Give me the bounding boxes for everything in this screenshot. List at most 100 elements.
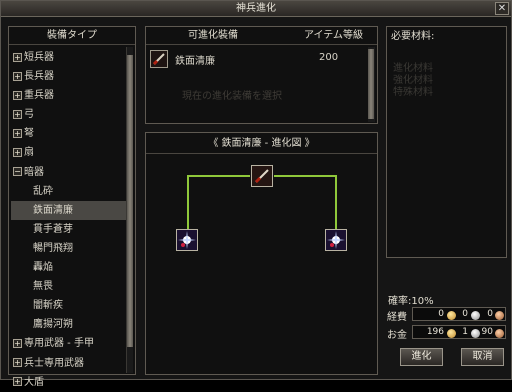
category-label: 鷹揚河朔 [33,319,73,331]
expand-icon[interactable]: + [13,338,22,348]
category-label: 鉄面清廉 [33,204,73,216]
category-label: 闇斬疾 [33,300,63,312]
gold-coin-icon [447,311,456,320]
fee-row: 経費 0 0 0 [387,307,511,323]
category-item[interactable]: − 暗器 [11,163,127,182]
category-label: 専用武器 - 手甲 [24,338,94,350]
category-label: 貫手蒼芽 [33,223,73,235]
evolvable-row[interactable]: 鉄面清廉 200 [149,49,364,71]
expand-icon[interactable]: + [13,109,22,119]
evolvable-scroll-thumb[interactable] [368,49,374,119]
category-label: 短兵器 [24,52,54,63]
evolution-tree-panel: 《 鉄面清廉 - 進化図 》 [145,132,378,375]
fee-silver: 0 [462,309,468,319]
money-box: 196 1 90 [412,325,506,339]
fee-copper: 0 [487,309,493,319]
materials-list: 進化材料 強化材料 特殊材料 [393,63,433,99]
evolve-button[interactable]: 進化 [400,348,443,366]
category-item[interactable]: + 扇 [11,143,127,162]
evolvable-scrollbar[interactable] [368,47,375,122]
dagger-item-icon[interactable] [251,165,273,187]
window-title: 神兵進化 [236,3,276,14]
collapse-icon[interactable]: − [13,167,22,177]
evolvable-header: 可進化裝備 アイテム等級 [146,27,377,45]
silver-coin-icon [471,311,480,320]
evolvable-equipment-panel: 可進化裝備 アイテム等級 鉄面清廉 200 現在の進化装備を選択 [145,26,378,124]
gold-coin-icon [447,329,456,338]
expand-icon[interactable]: + [13,128,22,138]
category-label: 重兵器 [24,90,54,102]
category-label: 轟焔 [33,262,53,274]
category-label: 暗器 [24,166,44,178]
category-subitem[interactable]: 乱砕 [11,182,127,201]
material-line: 進化材料 [393,63,433,74]
copper-coin-icon [495,311,504,320]
category-label: 大盾 [24,376,44,388]
category-label: 無畏 [33,281,53,293]
close-button[interactable]: ✕ [495,2,509,15]
evolution-window: 神兵進化 ✕ 裝備タイプ + 短兵器 + 長兵器 + 重兵器 + 弓 + 弩 + 扇 − 暗器 乱砕 鉄面清廉… [0,0,512,388]
category-scroll-thumb[interactable] [127,55,133,347]
evolvable-item-name: 鉄面清廉 [175,56,215,67]
category-subitem[interactable]: 暢門飛翔 [11,239,127,258]
category-item[interactable]: + 兵士専用武器 [11,354,127,373]
fee-label: 経費 [387,312,407,323]
category-subitem[interactable]: 闇斬疾 [11,296,127,315]
category-item[interactable]: + 重兵器 [11,86,127,105]
category-label: 暢門飛翔 [33,242,73,254]
rate-label: 確率: [388,296,412,307]
category-item[interactable]: + 短兵器 [11,48,127,67]
success-rate: 確率:10% [388,292,434,307]
star-burst-icon[interactable] [176,229,198,251]
category-item[interactable]: + 弓 [11,105,127,124]
category-subitem[interactable]: 鷹揚河朔 [11,315,127,334]
category-label: 乱砕 [33,185,53,197]
category-subitem[interactable]: 無畏 [11,277,127,296]
money-copper: 90 [481,327,493,337]
expand-icon[interactable]: + [13,377,22,387]
material-line: 特殊材料 [393,87,433,98]
category-list: + 短兵器 + 長兵器 + 重兵器 + 弓 + 弩 + 扇 − 暗器 乱砕 鉄面清廉 貫手蒼芽 暢門飛翔 轟焔 無畏闇… [11,48,127,392]
star-burst-icon[interactable] [325,229,347,251]
connector-right [274,175,337,229]
copper-coin-icon [495,329,504,338]
category-subitem[interactable]: 鉄面清廉 [11,200,127,220]
expand-icon[interactable]: + [13,358,22,367]
category-item[interactable]: + 長兵器 [11,67,127,86]
category-item[interactable]: + 弩 [11,124,127,143]
fee-gold: 0 [438,309,444,319]
silver-coin-icon [471,329,480,338]
category-label: 弩 [24,128,34,140]
column-grade: アイテム等級 [304,30,363,41]
dagger-item-icon [150,50,168,68]
category-label: 弓 [24,109,34,121]
money-row: お金 196 1 90 [387,325,511,341]
cancel-button[interactable]: 取消 [461,348,504,366]
fee-box: 0 0 0 [412,307,506,321]
money-silver: 1 [462,327,468,337]
materials-header: 必要材料: [391,31,435,42]
evolution-tree-title: 《 鉄面清廉 - 進化図 》 [146,133,377,154]
expand-icon[interactable]: + [13,52,22,62]
expand-icon[interactable]: + [13,147,22,157]
money-label: お金 [387,330,407,341]
category-panel: 裝備タイプ + 短兵器 + 長兵器 + 重兵器 + 弓 + 弩 + 扇 − 暗器 乱砕 鉄面清廉 貫手蒼芽 暢門飛… [8,26,136,388]
title-bar[interactable]: 神兵進化 ✕ [1,1,511,17]
category-label: 扇 [24,147,34,159]
column-equipment: 可進化裝備 [188,30,238,41]
expand-icon[interactable]: + [13,71,22,81]
category-item[interactable]: + 専用武器 - 手甲 [11,334,127,353]
category-item[interactable]: + 大盾 [11,373,127,392]
faint-hint: 現在の進化装備を選択 [182,91,282,102]
material-line: 強化材料 [393,75,433,86]
money-gold: 196 [426,327,444,337]
connector-left [187,175,250,229]
evolvable-item-grade: 200 [319,52,339,63]
expand-icon[interactable]: + [13,90,22,100]
category-subitem[interactable]: 轟焔 [11,258,127,277]
category-label: 長兵器 [24,71,54,83]
category-subitem[interactable]: 貫手蒼芽 [11,220,127,239]
rate-value: 10% [411,296,434,307]
category-scrollbar[interactable] [126,47,133,373]
category-label: 兵士専用武器 [24,357,84,369]
